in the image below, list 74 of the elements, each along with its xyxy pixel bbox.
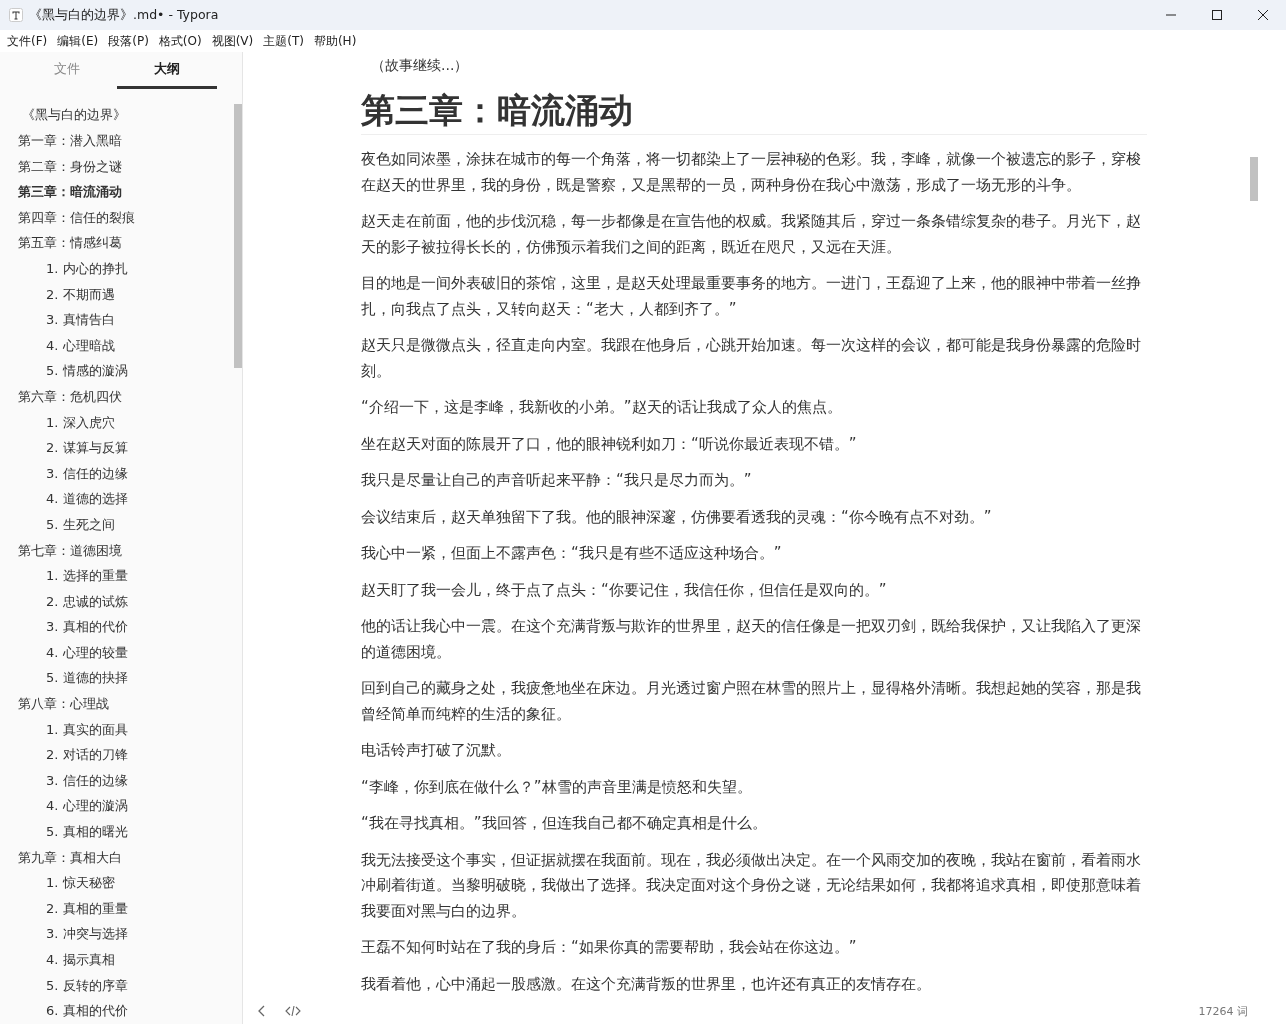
paragraph: 王磊不知何时站在了我的身后：“如果你真的需要帮助，我会站在你这边。” bbox=[361, 937, 858, 958]
paragraph: “我在寻找真相。”我回答，但连我自己都不确定真相是什么。 bbox=[361, 813, 768, 834]
outline-item[interactable]: 1. 真实的面具 bbox=[46, 720, 128, 739]
outline-item[interactable]: 3. 信任的边缘 bbox=[46, 771, 128, 790]
outline-item[interactable]: 第五章：情感纠葛 bbox=[18, 234, 122, 253]
outline-item[interactable]: 3. 真情告白 bbox=[46, 311, 115, 330]
paragraph: “李峰，你到底在做什么？”林雪的声音里满是愤怒和失望。 bbox=[361, 776, 753, 798]
outline-item[interactable]: 1. 内心的挣扎 bbox=[46, 260, 128, 278]
paragraph: 目的地是一间外表破旧的茶馆，这里，是赵天处理最重要事务的地方。一进门，王磊迎了上来，他的眼神中带着一丝挣扎，向我点了点头，又转向赵天：“老大，人都到齐了。” bbox=[361, 273, 1142, 320]
outline-item[interactable]: 1. 惊天秘密 bbox=[46, 874, 115, 893]
paragraph: 坐在赵天对面的陈晨开了口，他的眼神锐利如刀：“听说你最近表现不错。” bbox=[361, 433, 858, 455]
paragraph: 电话铃声打破了沉默。 bbox=[361, 740, 512, 761]
outline-item[interactable]: 2. 不期而遇 bbox=[46, 285, 115, 304]
menu-item[interactable]: 主题(T) bbox=[258, 32, 309, 50]
menu-item[interactable]: 段落(P) bbox=[103, 32, 154, 50]
outline-item[interactable]: 第九章：真相大白 bbox=[18, 848, 122, 867]
window-title: 《黑与白的边界》.md• - Typora bbox=[29, 6, 220, 24]
scrollbar-thumb[interactable] bbox=[1250, 157, 1258, 201]
paragraph: 赵天走在前面，他的步伐沉稳，每一步都像是在宣告他的权威。我紧随其后，穿过一条条错综复杂的巷子。月光下，赵天的影子被拉得长长的，仿佛预示着我们之间的距离，既近在咫尺，又远在天涯。 bbox=[361, 211, 1142, 258]
outline-item[interactable]: 《黑与白的边界》 bbox=[22, 106, 126, 125]
app-icon bbox=[9, 8, 23, 22]
outline-item[interactable]: 第三章：暗流涌动 bbox=[18, 183, 122, 202]
menu-item[interactable]: 视图(V) bbox=[206, 32, 259, 50]
paragraph: 赵天盯了我一会儿，终于点了点头：“你要记住，我信任你，但信任是双向的。” bbox=[361, 579, 888, 601]
outline-item[interactable]: 3. 信任的边缘 bbox=[46, 464, 128, 483]
outline-item[interactable]: 2. 对话的刀锋 bbox=[46, 746, 128, 765]
outline-item[interactable]: 5. 生死之间 bbox=[46, 515, 115, 534]
menu-item[interactable]: 格式(O) bbox=[153, 32, 207, 50]
scrollbar-thumb[interactable] bbox=[234, 104, 242, 368]
sidebar-tab[interactable]: 文件 bbox=[17, 52, 117, 89]
chapter-heading: 第三章：暗流涌动 bbox=[361, 86, 1147, 135]
outline-item[interactable]: 2. 真相的重量 bbox=[46, 899, 128, 918]
outline-item[interactable]: 1. 选择的重量 bbox=[46, 567, 128, 586]
outline-item[interactable]: 5. 真相的曙光 bbox=[46, 823, 128, 842]
outline-item[interactable]: 第八章：心理战 bbox=[18, 695, 109, 714]
outline-item[interactable]: 第六章：危机四伏 bbox=[18, 387, 122, 406]
outline-item[interactable]: 2. 谋算与反算 bbox=[46, 439, 128, 458]
close-icon[interactable] bbox=[1258, 10, 1268, 20]
outline-item[interactable]: 4. 心理暗战 bbox=[46, 336, 115, 355]
paragraph: 会议结束后，赵天单独留下了我。他的眼神深邃，仿佛要看透我的灵魂：“你今晚有点不对劲。” bbox=[361, 506, 993, 528]
paragraph: 我只是尽量让自己的声音听起来平静：“我只是尽力而为。” bbox=[361, 470, 753, 491]
outline-item[interactable]: 4. 心理的漩涡 bbox=[46, 797, 128, 816]
paragraph: 回到自己的藏身之处，我疲惫地坐在床边。月光透过窗户照在林雪的照片上，显得格外清晰。我想起她的笑容，那是我曾经简单而纯粹的生活的象征。 bbox=[361, 678, 1142, 725]
word-count: 17264 词 bbox=[1198, 1003, 1248, 1019]
paragraph: 赵天只是微微点头，径直走向内室。我跟在他身后，心跳开始加速。每一次这样的会议，都可能是我身份暴露的危险时刻。 bbox=[361, 335, 1142, 382]
menu-item[interactable]: 编辑(E) bbox=[52, 32, 104, 50]
menu-item[interactable]: 文件(F) bbox=[2, 32, 53, 50]
outline-item[interactable]: 4. 揭示真相 bbox=[46, 951, 115, 969]
paragraph: “介绍一下，这是李峰，我新收的小弟。”赵天的话让我成了众人的焦点。 bbox=[361, 397, 843, 418]
outline-item[interactable]: 6. 真相的代价 bbox=[46, 1002, 128, 1021]
code-icon[interactable] bbox=[285, 1005, 301, 1017]
lead-text: （故事继续...） bbox=[370, 56, 470, 75]
sidebar-tab[interactable]: 大纲 bbox=[117, 52, 217, 89]
paragraph: 他的话让我心中一震。在这个充满背叛与欺诈的世界里，赵天的信任像是一把双刃剑，既给我保护，又让我陷入了更深的道德困境。 bbox=[361, 616, 1142, 663]
outline-item[interactable]: 3. 冲突与选择 bbox=[46, 925, 128, 944]
paragraph: 我看着他，心中涌起一股感激。在这个充满背叛的世界里，也许还有真正的友情存在。 bbox=[361, 973, 932, 995]
outline-item[interactable]: 5. 情感的漩涡 bbox=[46, 362, 128, 381]
paragraph: 夜色如同浓墨，涂抹在城市的每一个角落，将一切都染上了一层神秘的色彩。我，李峰，就像一个被遗忘的影子，穿梭在赵天的世界里，我的身份，既是警察，又是黑帮的一员，两种身份在我心中激荡，形成了一场无形的斗争。 bbox=[361, 149, 1142, 196]
outline-item[interactable]: 4. 心理的较量 bbox=[46, 643, 128, 662]
menu-item[interactable]: 帮助(H) bbox=[308, 32, 362, 50]
outline-item[interactable]: 5. 道德的抉择 bbox=[46, 669, 128, 688]
outline-item[interactable]: 第一章：潜入黑暗 bbox=[18, 132, 122, 150]
chevron-left-icon[interactable] bbox=[257, 1005, 267, 1017]
paragraph: 我心中一紧，但面上不露声色：“我只是有些不适应这种场合。” bbox=[361, 543, 783, 564]
maximize-icon[interactable] bbox=[1212, 10, 1222, 20]
outline-item[interactable]: 1. 深入虎穴 bbox=[46, 413, 115, 432]
outline-item[interactable]: 3. 真相的代价 bbox=[46, 618, 128, 637]
outline-item[interactable]: 4. 道德的选择 bbox=[46, 490, 128, 509]
outline-item[interactable]: 第二章：身份之谜 bbox=[18, 157, 122, 176]
outline-item[interactable]: 2. 忠诚的试炼 bbox=[46, 592, 128, 611]
outline-item[interactable]: 第七章：道德困境 bbox=[18, 541, 122, 560]
paragraph: 我无法接受这个事实，但证据就摆在我面前。现在，我必须做出决定。在一个风雨交加的夜晚，我站在窗前，看着雨水冲刷着街道。当黎明破晓，我做出了选择。我决定面对这个身份之谜，无论结果如何，我都将追求真相，即使那意味着我要面对黑与白的边界。 bbox=[361, 849, 1142, 922]
outline-item[interactable]: 5. 反转的序章 bbox=[46, 976, 128, 995]
outline-item[interactable]: 第四章：信任的裂痕 bbox=[18, 208, 135, 227]
